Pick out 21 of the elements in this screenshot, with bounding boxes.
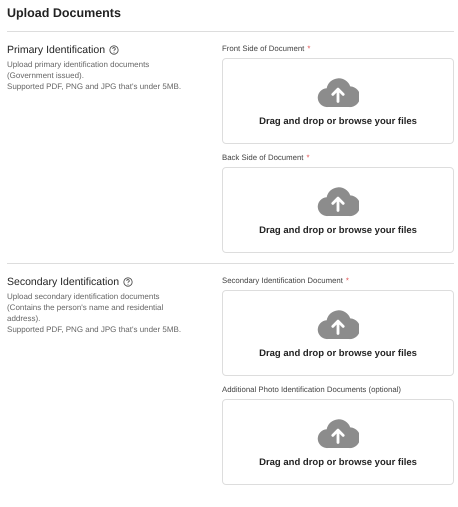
cloud-upload-icon [317,308,359,340]
page-title: Upload Documents [7,5,122,22]
dropzone-prompt: Drag and drop or browse your files [259,116,417,126]
cloud-upload-icon [317,76,359,108]
dropzone-prompt: Drag and drop or browse your files [259,456,417,468]
cloud-upload-icon [317,416,359,448]
section-description: Upload secondary identification documents (Contains the person's name and residential address). [7,291,164,324]
file-dropzone[interactable]: Drag and drop or browse your files [222,58,454,144]
section-description: Supported PDF, PNG and JPG that's under 5MB. [7,324,182,335]
file-dropzone[interactable]: Drag and drop or browse your files [222,290,454,376]
section-description: Supported PDF, PNG and JPG that's under 5MB. [7,81,182,92]
section-heading: Primary Identification [7,44,106,56]
dropzone-prompt: Drag and drop or browse your files [259,348,417,358]
help-icon[interactable] [123,277,134,287]
help-icon[interactable] [109,45,120,55]
section-heading: Secondary Identification [7,276,120,288]
cloud-upload-icon [317,184,359,216]
file-dropzone[interactable]: Drag and drop or browse your files [222,399,454,485]
dropzone-prompt: Drag and drop or browse your files [259,224,417,236]
file-dropzone[interactable]: Drag and drop or browse your files [222,167,454,253]
section-description: Upload primary identification documents (Government issued). [7,59,150,81]
